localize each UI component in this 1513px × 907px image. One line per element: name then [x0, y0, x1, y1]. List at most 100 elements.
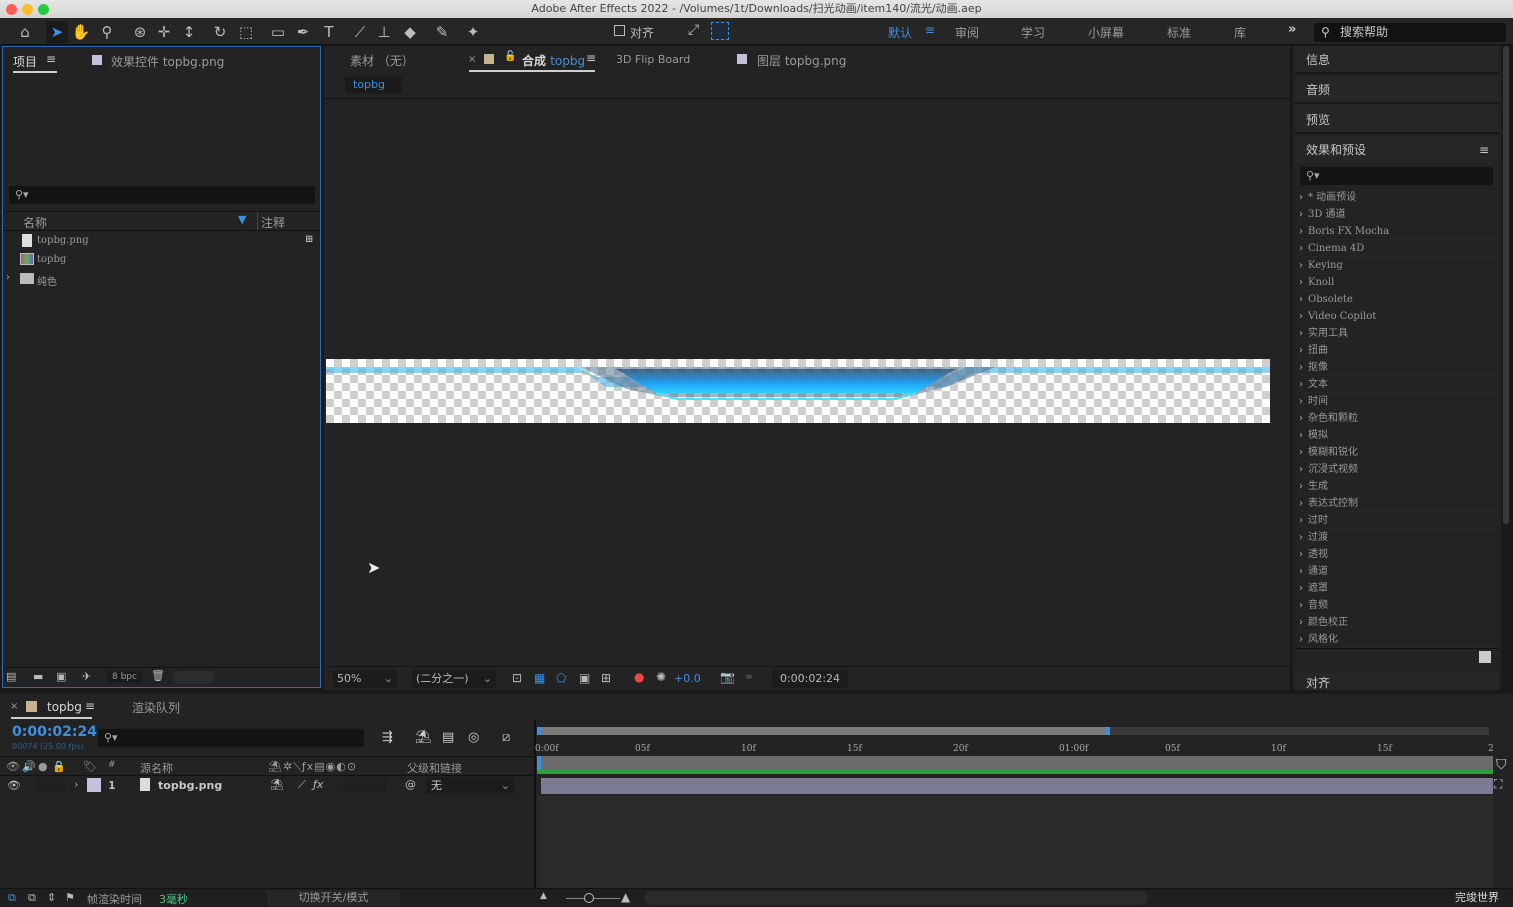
effect-category[interactable]: › 透视: [1299, 546, 1495, 563]
thumbnail-slider[interactable]: [173, 671, 215, 684]
effect-category[interactable]: › 模糊和锐化: [1299, 444, 1495, 461]
channel-icon[interactable]: ●: [634, 670, 644, 684]
grid-guides-icon[interactable]: ⊞: [601, 671, 611, 685]
expand-chevron-icon[interactable]: ›: [1299, 549, 1303, 560]
snapshot-icon[interactable]: 📷: [720, 670, 735, 684]
navigator-bar[interactable]: [537, 727, 1489, 735]
timeline-track-area[interactable]: [537, 796, 1493, 888]
fast-previews-icon[interactable]: ⊡: [512, 671, 522, 685]
tab-layer[interactable]: 图层 topbg.png: [757, 52, 846, 69]
preview-panel-header[interactable]: 预览: [1295, 106, 1499, 134]
shy-switch-icon[interactable]: ⛱: [270, 778, 284, 791]
pen-tool-icon[interactable]: ✒: [292, 21, 314, 43]
render-time-toggle-icon[interactable]: ⚑: [65, 891, 75, 904]
expand-chevron-icon[interactable]: ›: [1299, 294, 1303, 305]
project-item[interactable]: topbg.png ⊞: [3, 233, 320, 252]
effect-category[interactable]: › 实用工具: [1299, 325, 1495, 342]
panel-menu-icon[interactable]: ≡: [1479, 136, 1489, 164]
effect-category[interactable]: › Obsolete: [1299, 291, 1495, 308]
zoom-tool-icon[interactable]: ⚲: [96, 21, 118, 43]
align-checkbox[interactable]: [614, 25, 625, 36]
layer-switches[interactable]: [343, 779, 387, 792]
graph-editor-icon[interactable]: ⧄: [502, 730, 510, 745]
mask-visibility-icon[interactable]: ⬠: [556, 671, 566, 685]
solo-lock-switches[interactable]: [36, 779, 66, 792]
render-icon[interactable]: ✈: [82, 670, 91, 683]
expand-chevron-icon[interactable]: ›: [1299, 532, 1303, 543]
bit-depth-button[interactable]: 8 bpc: [107, 671, 142, 683]
expand-chevron-icon[interactable]: ›: [1299, 311, 1303, 322]
rotate-tool-icon[interactable]: ↻: [209, 21, 231, 43]
expand-chevron-icon[interactable]: ›: [6, 272, 10, 283]
column-name[interactable]: 名称: [23, 214, 47, 231]
new-folder-icon[interactable]: ▬: [33, 670, 43, 683]
help-search-input[interactable]: ⚲ 搜索帮助: [1314, 23, 1506, 42]
expand-chevron-icon[interactable]: ›: [1299, 396, 1303, 407]
expand-chevron-icon[interactable]: ›: [1299, 328, 1303, 339]
workspace-menu-icon[interactable]: ≡: [925, 23, 935, 37]
transparency-grid-icon[interactable]: ▦: [534, 671, 545, 685]
anchor-point-tool-icon[interactable]: ⬚: [235, 21, 257, 43]
effect-category[interactable]: › 表达式控制: [1299, 495, 1495, 512]
workspace-2[interactable]: 学习: [1021, 24, 1045, 41]
comp-breadcrumb[interactable]: topbg: [345, 77, 402, 93]
expand-chevron-icon[interactable]: ›: [1299, 243, 1303, 254]
zoom-window-button[interactable]: [38, 4, 49, 15]
effects-search-input[interactable]: ⚲▾: [1300, 167, 1493, 185]
sort-arrow-icon[interactable]: ▼: [238, 213, 246, 226]
reset-exposure-icon[interactable]: ✺: [656, 670, 666, 684]
effect-category[interactable]: › 遮罩: [1299, 580, 1495, 597]
project-item[interactable]: › 纯色: [3, 271, 320, 290]
effect-category[interactable]: › 杂色和颗粒: [1299, 410, 1495, 427]
expand-chevron-icon[interactable]: ›: [1299, 600, 1303, 611]
workspace-4[interactable]: 标准: [1167, 24, 1191, 41]
navigator-start-handle[interactable]: [537, 727, 541, 735]
expand-chevron-icon[interactable]: ›: [1299, 447, 1303, 458]
effect-category[interactable]: › 时间: [1299, 393, 1495, 410]
effect-category[interactable]: › Keying: [1299, 257, 1495, 274]
resolution-dropdown[interactable]: (二分之一) ⌄: [412, 670, 496, 688]
layer-duration-bar[interactable]: [541, 778, 1493, 794]
rectangle-tool-icon[interactable]: ▭: [267, 21, 289, 43]
expand-chevron-icon[interactable]: ›: [1299, 413, 1303, 424]
pick-whip-icon[interactable]: @: [405, 778, 416, 791]
info-panel-header[interactable]: 信息: [1295, 46, 1499, 74]
effect-category[interactable]: › 过渡: [1299, 529, 1495, 546]
snapping-icon[interactable]: ⤢: [688, 22, 699, 38]
effect-category[interactable]: › 生成: [1299, 478, 1495, 495]
dolly-camera-icon[interactable]: ↕: [178, 21, 200, 43]
workspace-1[interactable]: 审阅: [955, 24, 979, 41]
viewer-timecode[interactable]: 0:00:02:24: [772, 670, 848, 688]
tab-timeline-topbg[interactable]: topbg: [47, 700, 82, 714]
close-tab-icon[interactable]: ×: [10, 701, 18, 712]
right-panel-scrollbar[interactable]: [1503, 46, 1509, 524]
toggle-switches-modes-button[interactable]: 切换开关/模式: [267, 890, 400, 906]
expand-chevron-icon[interactable]: ›: [74, 778, 78, 791]
interpret-footage-icon[interactable]: ▤: [6, 670, 16, 683]
tab-project[interactable]: 项目: [13, 53, 37, 70]
navigator-range[interactable]: [537, 727, 1109, 735]
expand-chevron-icon[interactable]: ›: [1299, 260, 1303, 271]
effect-category[interactable]: › 文本: [1299, 376, 1495, 393]
effect-category[interactable]: › 通道: [1299, 563, 1495, 580]
eraser-tool-icon[interactable]: ◆: [399, 21, 421, 43]
zoom-slider-handle[interactable]: [584, 893, 594, 903]
panel-menu-icon[interactable]: ≡: [46, 52, 56, 66]
project-item[interactable]: topbg: [3, 252, 320, 271]
effect-category[interactable]: › * 动画预设: [1299, 189, 1495, 206]
hand-tool-icon[interactable]: ✋: [70, 21, 92, 43]
effect-category[interactable]: › 沉浸式视频: [1299, 461, 1495, 478]
new-composition-icon[interactable]: ▣: [56, 670, 66, 683]
expand-chevron-icon[interactable]: ›: [1299, 634, 1303, 645]
zoom-in-icon[interactable]: ▲: [621, 890, 630, 904]
parent-dropdown[interactable]: 无 ⌄: [426, 777, 514, 794]
magnification-dropdown[interactable]: 50% ⌄: [333, 670, 397, 688]
expand-chevron-icon[interactable]: ›: [1299, 192, 1303, 203]
close-window-button[interactable]: [6, 4, 17, 15]
expand-chevron-icon[interactable]: ›: [1299, 209, 1303, 220]
minimize-window-button[interactable]: [22, 4, 33, 15]
effect-category[interactable]: › 模拟: [1299, 427, 1495, 444]
panel-menu-icon[interactable]: ≡: [586, 51, 596, 65]
effect-category[interactable]: › 抠像: [1299, 359, 1495, 376]
effect-category[interactable]: › Cinema 4D: [1299, 240, 1495, 257]
